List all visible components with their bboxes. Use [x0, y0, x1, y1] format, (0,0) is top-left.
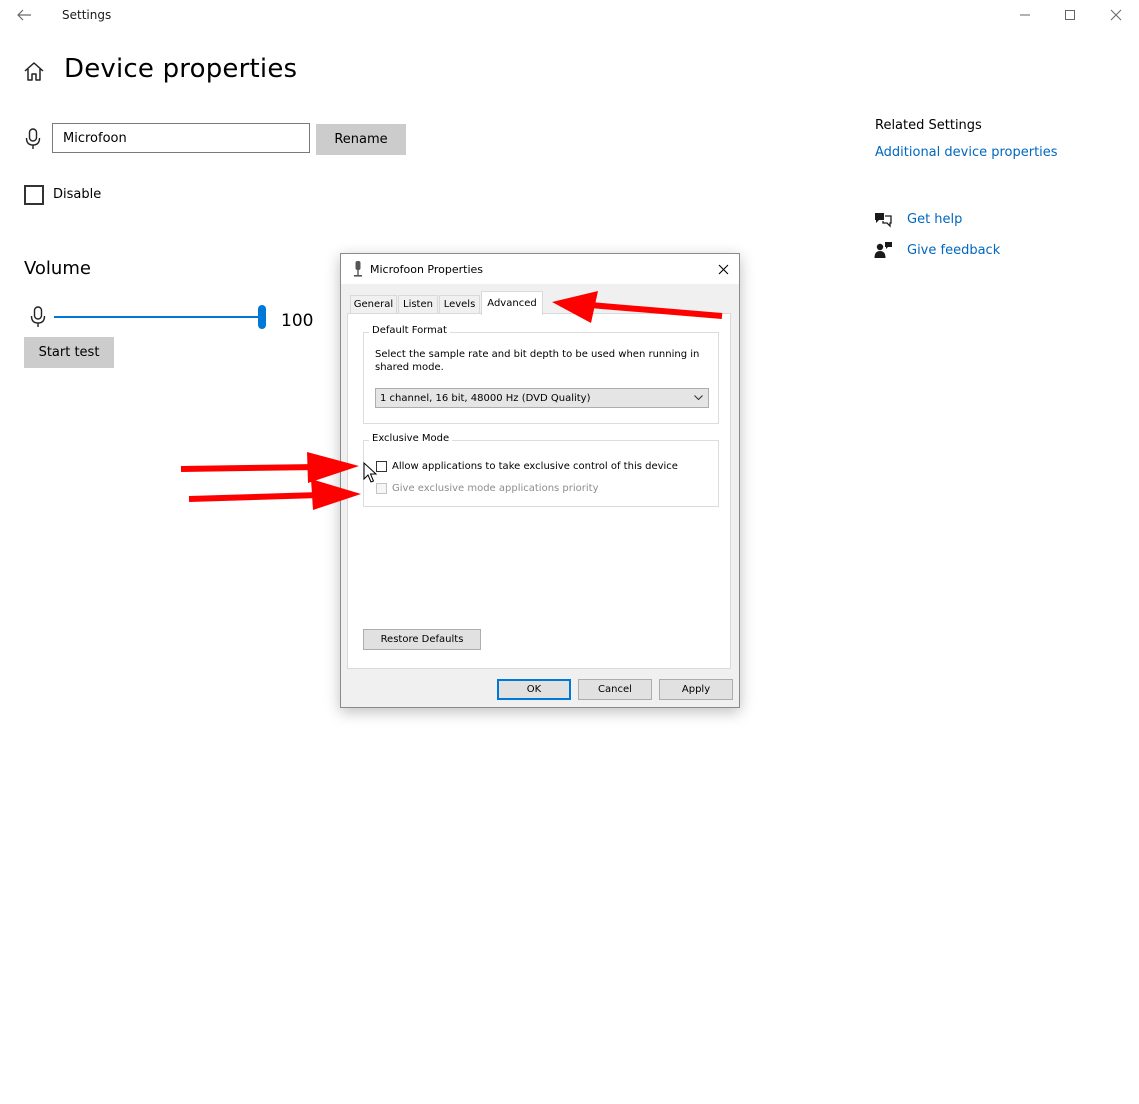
get-help-icon: [873, 210, 893, 228]
restore-defaults-button[interactable]: Restore Defaults: [363, 629, 481, 650]
window-title: Settings: [62, 8, 112, 22]
volume-slider-track[interactable]: [54, 316, 262, 318]
tab-levels[interactable]: Levels: [439, 295, 480, 313]
apply-button[interactable]: Apply: [659, 679, 733, 700]
advanced-tab-panel: Default Format Select the sample rate an…: [347, 313, 731, 669]
back-arrow-icon: [17, 9, 31, 21]
exclusive-priority-checkbox: [376, 483, 387, 494]
disable-label: Disable: [53, 187, 102, 202]
minimize-button[interactable]: [1013, 4, 1037, 26]
tab-general[interactable]: General: [350, 295, 397, 313]
page-title: Device properties: [64, 54, 298, 84]
close-icon: [718, 264, 728, 274]
rename-button[interactable]: Rename: [316, 124, 406, 155]
microphone-icon: [24, 127, 42, 151]
minimize-icon: [1020, 14, 1030, 16]
start-test-button[interactable]: Start test: [24, 337, 114, 368]
volume-slider-thumb[interactable]: [258, 305, 266, 329]
exclusive-mode-group: Exclusive Mode Allow applications to tak…: [363, 433, 719, 507]
annotation-arrow-exclusive-control: [180, 452, 359, 483]
tab-advanced[interactable]: Advanced: [481, 291, 543, 315]
annotation-arrow-exclusive-priority: [188, 479, 361, 510]
ok-button[interactable]: OK: [497, 679, 571, 700]
exclusive-priority-label: Give exclusive mode applications priorit…: [392, 483, 599, 494]
give-feedback-icon: [874, 241, 894, 259]
disable-checkbox[interactable]: [24, 185, 44, 205]
exclusive-mode-label: Exclusive Mode: [369, 433, 453, 444]
related-settings-title: Related Settings: [875, 118, 982, 133]
exclusive-control-label: Allow applications to take exclusive con…: [392, 461, 678, 472]
default-format-label: Default Format: [369, 325, 450, 336]
microphone-icon: [351, 260, 365, 278]
maximize-button[interactable]: [1058, 4, 1082, 26]
close-icon: [1110, 9, 1122, 21]
cancel-button[interactable]: Cancel: [578, 679, 652, 700]
dialog-close-button[interactable]: [713, 260, 733, 278]
tab-listen[interactable]: Listen: [398, 295, 438, 313]
close-button[interactable]: [1104, 4, 1128, 26]
additional-device-properties-link[interactable]: Additional device properties: [875, 145, 1058, 160]
home-button[interactable]: [22, 60, 46, 84]
default-format-description: Select the sample rate and bit depth to …: [375, 349, 700, 373]
maximize-icon: [1065, 10, 1075, 20]
mouse-cursor-icon: [363, 461, 378, 484]
exclusive-control-checkbox[interactable]: [376, 461, 387, 472]
properties-dialog: Microfoon Properties General Listen Leve…: [340, 253, 740, 708]
volume-heading: Volume: [24, 258, 91, 279]
sample-rate-selected: 1 channel, 16 bit, 48000 Hz (DVD Quality…: [380, 392, 591, 404]
sample-rate-dropdown[interactable]: 1 channel, 16 bit, 48000 Hz (DVD Quality…: [375, 388, 709, 408]
dialog-title: Microfoon Properties: [370, 263, 483, 276]
volume-microphone-icon: [29, 305, 47, 329]
chevron-down-icon: [694, 395, 703, 401]
default-format-group: Default Format Select the sample rate an…: [363, 325, 719, 424]
give-feedback-link[interactable]: Give feedback: [907, 243, 1000, 258]
home-icon: [24, 62, 44, 81]
get-help-link[interactable]: Get help: [907, 212, 962, 227]
device-name-input[interactable]: [52, 123, 310, 153]
back-button[interactable]: [14, 6, 34, 24]
volume-value: 100: [281, 311, 314, 331]
